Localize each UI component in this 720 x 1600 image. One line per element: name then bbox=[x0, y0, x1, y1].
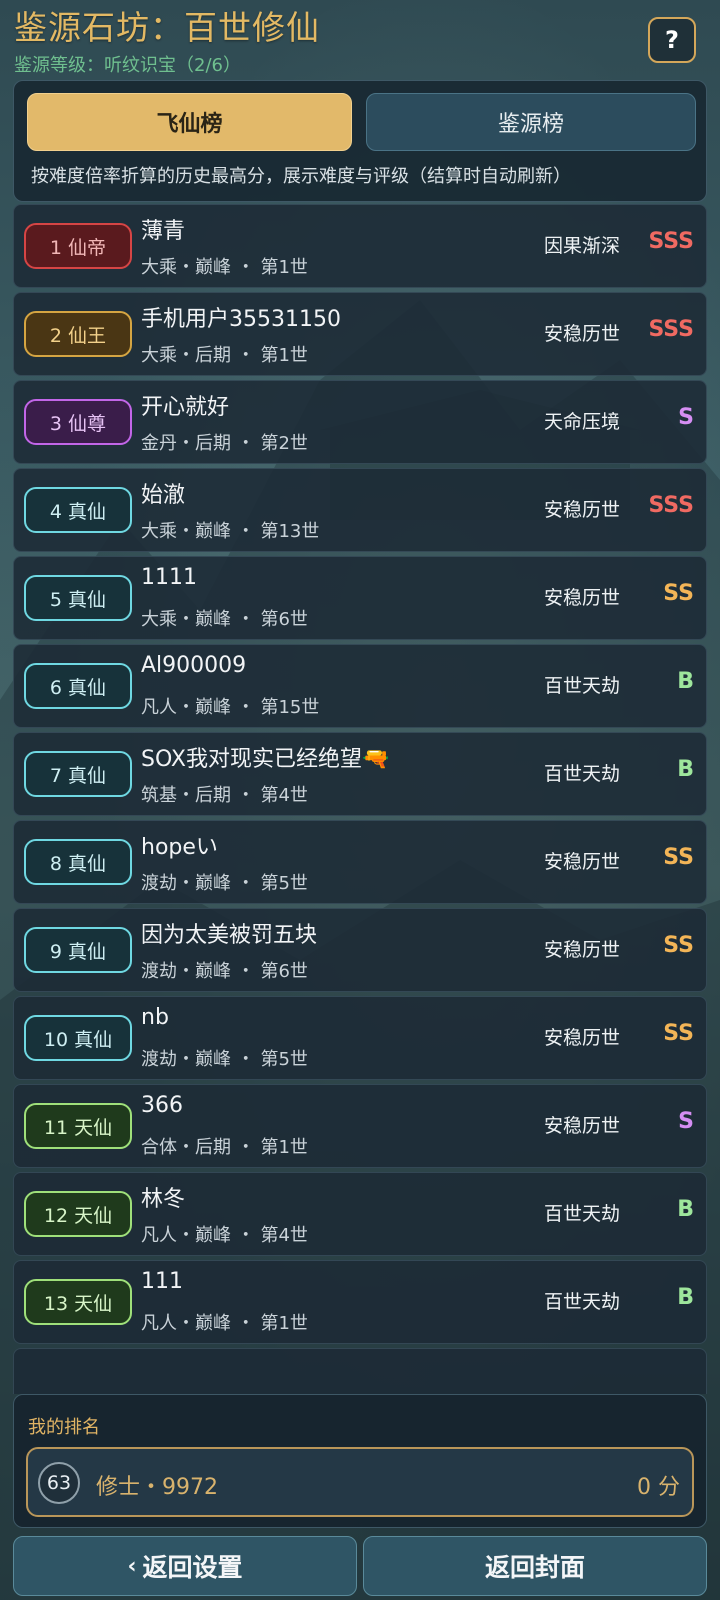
player-realm-info: 大乘・巅峰 ・ 第13世 bbox=[141, 521, 320, 542]
rank-badge: 11 天仙 bbox=[24, 1103, 132, 1149]
leaderboard-row[interactable]: 6 真仙 Al900009 凡人・巅峰 ・ 第15世 百世天劫 B bbox=[13, 644, 707, 728]
board-description: 按难度倍率折算的历史最高分，展示难度与评级（结算时自动刷新） bbox=[31, 166, 571, 187]
page-title: 鉴源石坊：百世修仙 bbox=[14, 8, 320, 47]
rank-badge: 12 天仙 bbox=[24, 1191, 132, 1237]
back-to-settings-button[interactable]: ‹ 返回设置 bbox=[13, 1536, 357, 1596]
my-rank-row: 63 修士・9972 0 分 bbox=[26, 1447, 694, 1517]
difficulty-label: 天命压境 bbox=[544, 411, 621, 433]
player-name: 手机用户35531150 bbox=[141, 307, 341, 332]
player-realm-info: 凡人・巅峰 ・ 第15世 bbox=[141, 697, 320, 718]
difficulty-label: 安稳历世 bbox=[544, 323, 621, 345]
rank-badge: 3 仙尊 bbox=[24, 399, 132, 445]
rank-badge: 13 天仙 bbox=[24, 1279, 132, 1325]
back-to-settings-label: 返回设置 bbox=[142, 1553, 243, 1582]
back-to-cover-button[interactable]: 返回封面 bbox=[363, 1536, 707, 1596]
leaderboard-row[interactable]: 3 仙尊 开心就好金丹・后期 ・ 第2世 天命压境 S bbox=[13, 380, 707, 464]
grade-label: S bbox=[678, 1109, 694, 1134]
player-name: 111 bbox=[141, 1269, 183, 1294]
grade-label: SS bbox=[663, 933, 694, 958]
rank-badge: 1 仙帝 bbox=[24, 223, 132, 269]
difficulty-label: 安稳历世 bbox=[544, 1115, 621, 1137]
grade-label: SSS bbox=[648, 229, 694, 254]
rank-badge: 4 真仙 bbox=[24, 487, 132, 533]
rank-badge: 10 真仙 bbox=[24, 1015, 132, 1061]
player-name: 始澈 bbox=[141, 483, 186, 508]
player-realm-info: 渡劫・巅峰 ・ 第5世 bbox=[141, 1049, 308, 1070]
player-realm-info: 筑基・后期 ・ 第4世 bbox=[141, 785, 308, 806]
leaderboard-tabs-panel: 飞仙榜 鉴源榜 按难度倍率折算的历史最高分，展示难度与评级（结算时自动刷新） bbox=[13, 80, 707, 202]
my-rank-number: 63 bbox=[38, 1462, 80, 1504]
my-rank-name: 修士・9972 bbox=[96, 1475, 218, 1500]
leaderboard-list[interactable]: 1 仙帝 薄青 大乘・巅峰 ・ 第1世 因果渐深 SSS 2 仙王 手机用户35531150… bbox=[13, 204, 707, 1394]
player-name: Al900009 bbox=[141, 653, 247, 678]
difficulty-label: 安稳历世 bbox=[544, 939, 621, 961]
difficulty-label: 安稳历世 bbox=[544, 1027, 621, 1049]
grade-label: B bbox=[677, 669, 694, 694]
leaderboard-row[interactable]: 11 天仙 366 合体・后期 ・ 第1世 安稳历世 S bbox=[13, 1084, 707, 1168]
player-realm-info: 大乘・巅峰 ・ 第6世 bbox=[141, 609, 308, 630]
player-realm-info: 合体・后期 ・ 第1世 bbox=[141, 1137, 308, 1158]
player-realm-info: 渡劫・巅峰 ・ 第5世 bbox=[141, 873, 308, 894]
player-name: 因为太美被罚五块 bbox=[141, 923, 318, 948]
grade-label: SSS bbox=[648, 317, 694, 342]
leaderboard-row[interactable]: 8 真仙 hopeい渡劫・巅峰 ・ 第5世 安稳历世 SS bbox=[13, 820, 707, 904]
grade-label: B bbox=[677, 757, 694, 782]
difficulty-label: 百世天劫 bbox=[544, 1291, 621, 1313]
help-button[interactable]: ? bbox=[648, 17, 696, 63]
leaderboard-row-partial[interactable] bbox=[13, 1348, 707, 1394]
grade-label: SS bbox=[663, 845, 694, 870]
player-realm-info: 金丹・后期 ・ 第2世 bbox=[141, 433, 308, 454]
leaderboard-row[interactable]: 13 天仙 111 凡人・巅峰 ・ 第1世 百世天劫 B bbox=[13, 1260, 707, 1344]
grade-label: B bbox=[677, 1197, 694, 1222]
difficulty-label: 安稳历世 bbox=[544, 851, 621, 873]
rank-badge: 2 仙王 bbox=[24, 311, 132, 357]
rank-badge: 9 真仙 bbox=[24, 927, 132, 973]
player-realm-info: 凡人・巅峰 ・ 第4世 bbox=[141, 1225, 308, 1246]
grade-label: S bbox=[678, 405, 694, 430]
player-name: hopeい bbox=[141, 835, 218, 860]
player-realm-info: 大乘・巅峰 ・ 第1世 bbox=[141, 257, 308, 278]
player-name: 林冬 bbox=[141, 1187, 186, 1212]
leaderboard-row[interactable]: 9 真仙 因为太美被罚五块渡劫・巅峰 ・ 第6世 安稳历世 SS bbox=[13, 908, 707, 992]
difficulty-label: 安稳历世 bbox=[544, 587, 621, 609]
grade-label: SSS bbox=[648, 493, 694, 518]
my-rank-panel: 我的排名 63 修士・9972 0 分 bbox=[13, 1394, 707, 1528]
player-name: 薄青 bbox=[141, 219, 186, 244]
leaderboard-row[interactable]: 4 真仙 始澈大乘・巅峰 ・ 第13世 安稳历世 SSS bbox=[13, 468, 707, 552]
difficulty-label: 安稳历世 bbox=[544, 499, 621, 521]
grade-label: B bbox=[677, 1285, 694, 1310]
rank-badge: 5 真仙 bbox=[24, 575, 132, 621]
leaderboard-row[interactable]: 1 仙帝 薄青大乘・巅峰 ・ 第1世 因果渐深 SSS bbox=[13, 204, 707, 288]
rank-badge: 8 真仙 bbox=[24, 839, 132, 885]
player-name: nb bbox=[141, 1005, 169, 1030]
chevron-left-icon: ‹ bbox=[127, 1553, 137, 1579]
player-realm-info: 渡劫・巅峰 ・ 第6世 bbox=[141, 961, 308, 982]
leaderboard-row[interactable]: 2 仙王 手机用户35531150 大乘・后期 ・ 第1世 安稳历世 SSS bbox=[13, 292, 707, 376]
tab-feixian-board[interactable]: 飞仙榜 bbox=[27, 93, 352, 151]
leaderboard-row[interactable]: 10 真仙 nb 渡劫・巅峰 ・ 第5世 安稳历世 SS bbox=[13, 996, 707, 1080]
rank-badge: 7 真仙 bbox=[24, 751, 132, 797]
grade-label: SS bbox=[663, 581, 694, 606]
rank-badge: 6 真仙 bbox=[24, 663, 132, 709]
page-header: 鉴源石坊：百世修仙 鉴源等级：听纹识宝（2/6） bbox=[14, 4, 614, 78]
my-rank-label: 我的排名 bbox=[28, 1417, 100, 1438]
player-name: 366 bbox=[141, 1093, 183, 1118]
player-name: SOX我对现实已经绝望🔫 bbox=[141, 747, 390, 772]
grade-label: SS bbox=[663, 1021, 694, 1046]
tab-jianyuan-board[interactable]: 鉴源榜 bbox=[366, 93, 696, 151]
difficulty-label: 百世天劫 bbox=[544, 1203, 621, 1225]
leaderboard-row[interactable]: 12 天仙 林冬凡人・巅峰 ・ 第4世 百世天劫 B bbox=[13, 1172, 707, 1256]
difficulty-label: 百世天劫 bbox=[544, 763, 621, 785]
difficulty-label: 百世天劫 bbox=[544, 675, 621, 697]
difficulty-label: 因果渐深 bbox=[544, 235, 621, 257]
appraisal-level: 鉴源等级：听纹识宝（2/6） bbox=[14, 55, 241, 76]
player-realm-info: 大乘・后期 ・ 第1世 bbox=[141, 345, 308, 366]
player-name: 1111 bbox=[141, 565, 197, 590]
leaderboard-row[interactable]: 5 真仙 1111 大乘・巅峰 ・ 第6世 安稳历世 SS bbox=[13, 556, 707, 640]
leaderboard-row[interactable]: 7 真仙 SOX我对现实已经绝望🔫 筑基・后期 ・ 第4世 百世天劫 B bbox=[13, 732, 707, 816]
player-name: 开心就好 bbox=[141, 395, 230, 420]
my-rank-score: 0 分 bbox=[637, 1475, 680, 1500]
player-realm-info: 凡人・巅峰 ・ 第1世 bbox=[141, 1313, 308, 1334]
